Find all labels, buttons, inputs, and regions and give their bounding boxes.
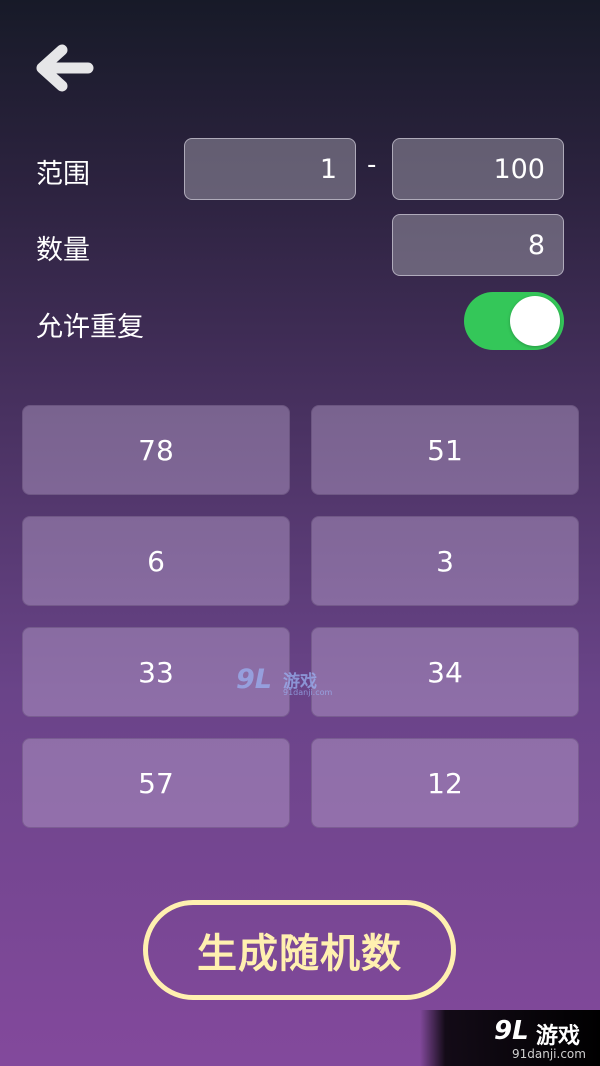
- back-button[interactable]: [32, 42, 96, 94]
- range-min-input[interactable]: 1: [184, 138, 356, 200]
- watermark-logo-mark: 9L: [494, 1016, 529, 1046]
- result-cell: 6: [22, 516, 290, 606]
- result-cell: 33: [22, 627, 290, 717]
- range-max-input[interactable]: 100: [392, 138, 564, 200]
- allow-repeat-label: 允许重复: [36, 312, 144, 343]
- watermark-logo-text: 游戏: [536, 1024, 581, 1049]
- result-cell: 12: [311, 738, 579, 828]
- result-cell: 78: [22, 405, 290, 495]
- result-cell: 34: [311, 627, 579, 717]
- generate-random-button[interactable]: 生成随机数: [143, 900, 456, 1000]
- count-input[interactable]: 8: [392, 214, 564, 276]
- range-label: 范围: [36, 159, 90, 190]
- watermark-url: 91danji.com: [512, 1047, 586, 1061]
- range-separator: -: [367, 150, 377, 180]
- arrow-left-icon: [36, 44, 94, 92]
- result-cell: 51: [311, 405, 579, 495]
- allow-repeat-toggle[interactable]: [464, 292, 564, 350]
- toggle-knob: [510, 296, 560, 346]
- watermark-logo-corner: 9L 游戏 91danji.com: [420, 1010, 600, 1066]
- result-cell: 3: [311, 516, 579, 606]
- result-cell: 57: [22, 738, 290, 828]
- count-label: 数量: [36, 235, 90, 266]
